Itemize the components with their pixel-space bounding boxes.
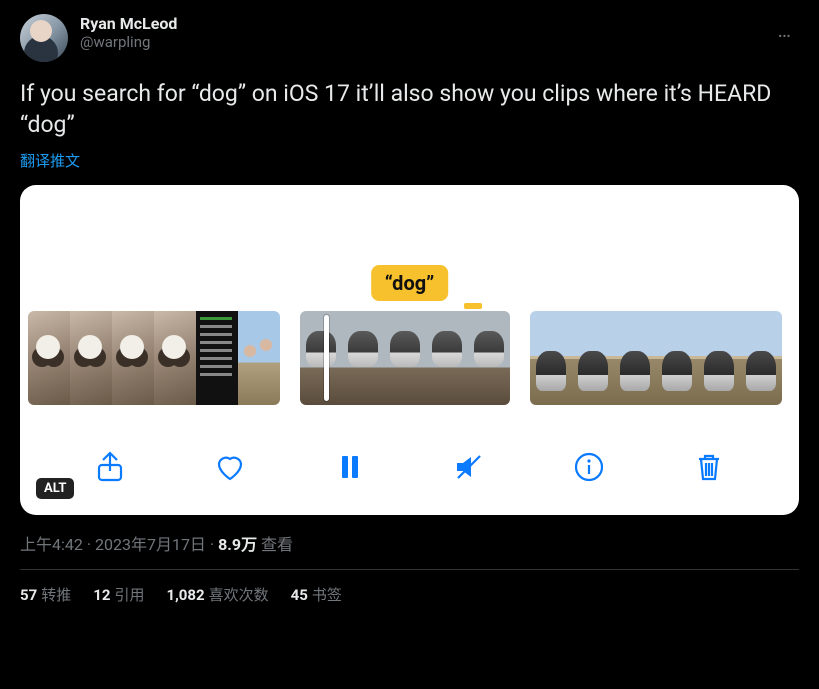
- frame: [300, 311, 342, 405]
- frame: [70, 311, 112, 405]
- frame: [572, 311, 614, 405]
- date-text[interactable]: 2023年7月17日: [95, 535, 206, 554]
- tweet-meta: 上午4:42 · 2023年7月17日 · 8.9万 查看: [20, 531, 799, 555]
- tweet-header: Ryan McLeod @warpling …: [20, 14, 799, 62]
- frame: [28, 311, 70, 405]
- frame: [614, 311, 656, 405]
- frame: [530, 311, 572, 405]
- pause-icon[interactable]: [330, 447, 370, 487]
- tweet-container: Ryan McLeod @warpling … If you search fo…: [0, 0, 819, 619]
- time-text[interactable]: 上午4:42: [20, 535, 83, 554]
- alt-badge[interactable]: ALT: [36, 478, 74, 499]
- frame: [740, 311, 782, 405]
- bookmarks-stat[interactable]: 45书签: [291, 584, 342, 605]
- user-handle: @warpling: [80, 33, 177, 51]
- more-icon[interactable]: …: [772, 14, 799, 46]
- frame: [698, 311, 740, 405]
- frame: [656, 311, 698, 405]
- author-names[interactable]: Ryan McLeod @warpling: [80, 14, 177, 51]
- views-label: 查看: [257, 535, 293, 554]
- media-card[interactable]: “dog”: [20, 185, 799, 515]
- display-name: Ryan McLeod: [80, 14, 177, 33]
- playhead-marker: [464, 303, 482, 309]
- frame: [196, 311, 238, 405]
- frame: [238, 311, 280, 405]
- stats-row: 57转推 12引用 1,082喜欢次数 45书签: [20, 570, 799, 619]
- video-timeline[interactable]: [20, 311, 799, 405]
- retweets-stat[interactable]: 57转推: [20, 584, 71, 605]
- info-icon[interactable]: [569, 447, 609, 487]
- media-toolbar: [20, 447, 799, 487]
- frame: [426, 311, 468, 405]
- translate-link[interactable]: 翻译推文: [20, 150, 80, 171]
- trash-icon[interactable]: [689, 447, 729, 487]
- likes-stat[interactable]: 1,082喜欢次数: [166, 584, 268, 605]
- frame: [112, 311, 154, 405]
- frame: [384, 311, 426, 405]
- quotes-stat[interactable]: 12引用: [93, 584, 144, 605]
- avatar[interactable]: [20, 14, 68, 62]
- tweet-text: If you search for “dog” on iOS 17 it’ll …: [20, 78, 799, 140]
- frame: [468, 311, 510, 405]
- mute-icon[interactable]: [449, 447, 489, 487]
- clip-1[interactable]: [28, 311, 280, 405]
- heart-icon[interactable]: [210, 447, 250, 487]
- clip-3[interactable]: [530, 311, 782, 405]
- frame: [342, 311, 384, 405]
- search-tooltip: “dog”: [371, 265, 449, 301]
- clip-2-active[interactable]: [300, 311, 510, 405]
- frame: [154, 311, 196, 405]
- share-icon[interactable]: [90, 447, 130, 487]
- views-count: 8.9万: [218, 535, 257, 554]
